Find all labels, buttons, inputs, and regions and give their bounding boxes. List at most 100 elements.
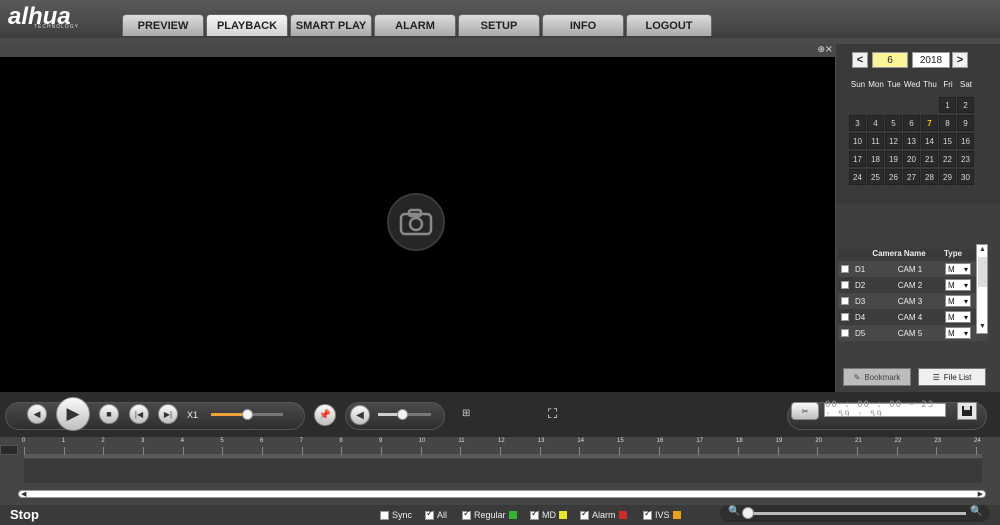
filter-checkbox[interactable] <box>580 509 589 520</box>
camera-type-select[interactable]: M ▾ <box>945 327 971 339</box>
close-icon[interactable]: × <box>825 44 833 55</box>
calendar-day[interactable]: 4 <box>867 115 884 131</box>
timeline[interactable]: 0 1 2 3 4 5 6 7 8 9 10 11 12 13 14 15 16 17 18 19 20 21 22 23 24… <box>0 437 1000 505</box>
calendar-day[interactable]: 13 <box>903 133 920 149</box>
time-range-field[interactable]: 00 : 00 : 00 ~ 23 : 59 : 59 <box>824 400 946 420</box>
scroll-down-icon[interactable]: ▼ <box>978 323 987 332</box>
clip-time-button[interactable]: ✂ <box>791 402 819 420</box>
file-list-button[interactable]: ☰ File List <box>918 368 986 386</box>
calendar-day[interactable]: 8 <box>939 115 956 131</box>
calendar-day[interactable]: 9 <box>957 115 974 131</box>
calendar-day[interactable]: 11 <box>867 133 884 149</box>
camera-checkbox[interactable] <box>841 329 849 337</box>
year-field[interactable]: 2018 <box>912 52 950 68</box>
tab-alarm[interactable]: ALARM <box>374 14 456 36</box>
prev-month-button[interactable]: < <box>852 52 868 68</box>
volume-slider-knob[interactable] <box>396 409 408 420</box>
camera-checkbox[interactable] <box>841 265 849 273</box>
mute-button[interactable]: ◀ <box>350 405 370 425</box>
calendar-day[interactable]: 24 <box>849 169 866 185</box>
calendar-day[interactable]: 29 <box>939 169 956 185</box>
timeline-records-area[interactable] <box>24 459 982 483</box>
tab-preview[interactable]: PREVIEW <box>122 14 204 36</box>
camera-list-scrollbar[interactable]: ▲ ▼ <box>976 244 988 334</box>
filter-md[interactable]: MD <box>530 509 567 520</box>
zoom-slider-track[interactable] <box>746 512 966 515</box>
camera-row[interactable]: D5 CAM 5 M ▾ <box>838 325 988 341</box>
calendar-day[interactable]: 21 <box>921 151 938 167</box>
filter-checkbox[interactable] <box>530 509 539 520</box>
camera-type-select[interactable]: M ▾ <box>945 295 971 307</box>
month-field[interactable]: 6 <box>872 52 908 68</box>
camera-type-select[interactable]: M ▾ <box>945 311 971 323</box>
scroll-thumb[interactable] <box>978 257 987 287</box>
camera-row[interactable]: D4 CAM 4 M ▾ <box>838 309 988 325</box>
calendar-day[interactable]: 6 <box>903 115 920 131</box>
calendar-day[interactable]: 26 <box>885 169 902 185</box>
scroll-left-icon[interactable]: ◀ <box>21 490 26 498</box>
fullscreen-icon[interactable]: ⛶ <box>548 406 557 422</box>
calendar-day[interactable]: 25 <box>867 169 884 185</box>
calendar-day[interactable]: 17 <box>849 151 866 167</box>
snapshot-button[interactable]: 📌 <box>314 404 336 426</box>
speed-slider-knob[interactable] <box>242 409 253 420</box>
tab-setup[interactable]: SETUP <box>458 14 540 36</box>
previous-frame-button[interactable]: |◀ <box>129 404 149 424</box>
calendar-day[interactable]: 7 <box>921 115 938 131</box>
zoom-out-icon[interactable]: 🔍 <box>728 506 740 517</box>
zoom-in-icon[interactable]: 🔍 <box>970 506 982 517</box>
tab-info[interactable]: INFO <box>542 14 624 36</box>
play-button[interactable]: ▶ <box>56 397 90 431</box>
zoom-slider-knob[interactable] <box>742 507 754 519</box>
calendar-day[interactable]: 30 <box>957 169 974 185</box>
camera-checkbox[interactable] <box>841 281 849 289</box>
camera-checkbox[interactable] <box>841 297 849 305</box>
video-window[interactable] <box>0 57 835 392</box>
filter-ivs[interactable]: IVS <box>643 509 681 520</box>
filter-checkbox[interactable] <box>380 510 389 520</box>
camera-type-select[interactable]: M ▾ <box>945 263 971 275</box>
calendar-day[interactable]: 27 <box>903 169 920 185</box>
filter-regular[interactable]: Regular <box>462 509 517 520</box>
calendar-day[interactable]: 2 <box>957 97 974 113</box>
filter-alarm[interactable]: Alarm <box>580 509 627 520</box>
filter-all[interactable]: All <box>425 509 447 520</box>
save-button[interactable] <box>957 402 977 420</box>
stop-button[interactable]: ■ <box>99 404 119 424</box>
calendar-day[interactable]: 28 <box>921 169 938 185</box>
calendar-day[interactable]: 20 <box>903 151 920 167</box>
reverse-play-button[interactable]: ◀ <box>27 404 47 424</box>
calendar-day[interactable]: 19 <box>885 151 902 167</box>
timeline-scrollbar[interactable]: ◀ ▶ <box>18 490 986 498</box>
calendar-day[interactable]: 23 <box>957 151 974 167</box>
calendar-day[interactable]: 5 <box>885 115 902 131</box>
camera-row[interactable]: D1 CAM 1 M ▾ <box>838 261 988 277</box>
camera-type-select[interactable]: M ▾ <box>945 279 971 291</box>
next-frame-button[interactable]: ▶| <box>158 404 178 424</box>
calendar-day[interactable]: 1 <box>939 97 956 113</box>
filter-sync[interactable]: Sync <box>380 510 412 520</box>
calendar-day[interactable]: 14 <box>921 133 938 149</box>
calendar-day[interactable]: 22 <box>939 151 956 167</box>
timeline-track[interactable] <box>24 454 982 458</box>
calendar-day[interactable]: 16 <box>957 133 974 149</box>
calendar-day[interactable]: 10 <box>849 133 866 149</box>
tab-smart-play[interactable]: SMART PLAY <box>290 14 372 36</box>
camera-checkbox[interactable] <box>841 313 849 321</box>
clip-icon[interactable]: ⊞ <box>462 408 470 419</box>
calendar-day[interactable]: 12 <box>885 133 902 149</box>
calendar-day[interactable]: 3 <box>849 115 866 131</box>
camera-row[interactable]: D2 CAM 2 M ▾ <box>838 277 988 293</box>
filter-checkbox[interactable] <box>425 509 434 520</box>
tab-logout[interactable]: LOGOUT <box>626 14 712 36</box>
bookmark-button[interactable]: ✎ Bookmark <box>843 368 911 386</box>
calendar-day[interactable]: 18 <box>867 151 884 167</box>
camera-row[interactable]: D3 CAM 3 M ▾ <box>838 293 988 309</box>
scroll-up-icon[interactable]: ▲ <box>978 246 987 255</box>
scroll-right-icon[interactable]: ▶ <box>978 490 983 498</box>
tab-playback[interactable]: PLAYBACK <box>206 14 288 36</box>
filter-checkbox[interactable] <box>643 509 652 520</box>
calendar-day[interactable]: 15 <box>939 133 956 149</box>
filter-checkbox[interactable] <box>462 509 471 520</box>
next-month-button[interactable]: > <box>952 52 968 68</box>
